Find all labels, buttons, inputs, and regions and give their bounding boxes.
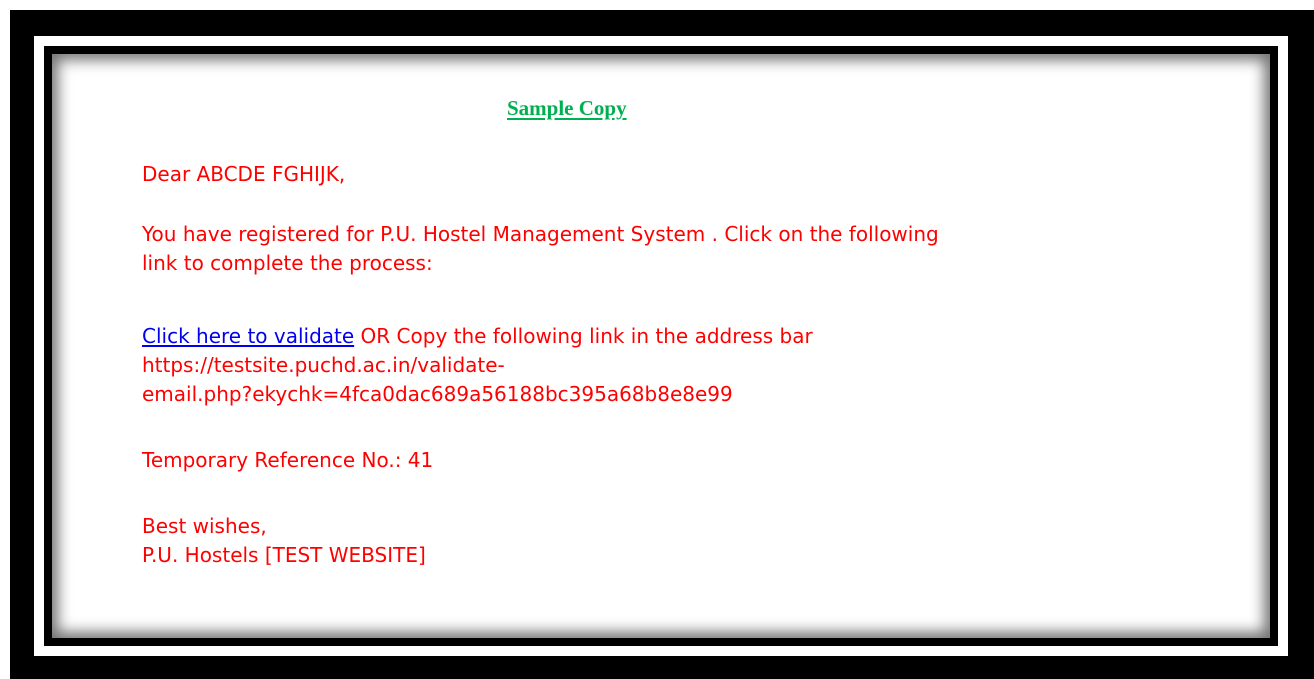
frame-gap: Sample Copy Dear ABCDE FGHIJK, You have …: [34, 36, 1288, 656]
validation-line-1: Click here to validate OR Copy the follo…: [142, 322, 1142, 351]
validation-url-line-1: https://testsite.puchd.ac.in/validate-: [142, 353, 505, 377]
temporary-reference: Temporary Reference No.: 41: [142, 448, 434, 472]
registration-line-2: link to complete the process:: [142, 251, 433, 275]
inner-frame: Sample Copy Dear ABCDE FGHIJK, You have …: [44, 46, 1278, 646]
closing-block: Best wishes, P.U. Hostels [TEST WEBSITE]: [142, 512, 426, 570]
closing-line-2: P.U. Hostels [TEST WEBSITE]: [142, 543, 426, 567]
validation-url-line-2: email.php?ekychk=4fca0dac689a56188bc395a…: [142, 382, 733, 406]
outer-frame: Sample Copy Dear ABCDE FGHIJK, You have …: [10, 10, 1314, 679]
salutation: Dear ABCDE FGHIJK,: [142, 162, 346, 186]
registration-line-1: You have registered for P.U. Hostel Mana…: [142, 222, 939, 246]
email-sample-page: Sample Copy Dear ABCDE FGHIJK, You have …: [52, 54, 1270, 638]
registration-paragraph: You have registered for P.U. Hostel Mana…: [142, 220, 1142, 278]
validation-paragraph: Click here to validate OR Copy the follo…: [142, 322, 1142, 409]
closing-line-1: Best wishes,: [142, 514, 267, 538]
page-title: Sample Copy: [507, 96, 627, 120]
validation-instruction: OR Copy the following link in the addres…: [354, 324, 813, 348]
validate-link[interactable]: Click here to validate: [142, 324, 354, 348]
